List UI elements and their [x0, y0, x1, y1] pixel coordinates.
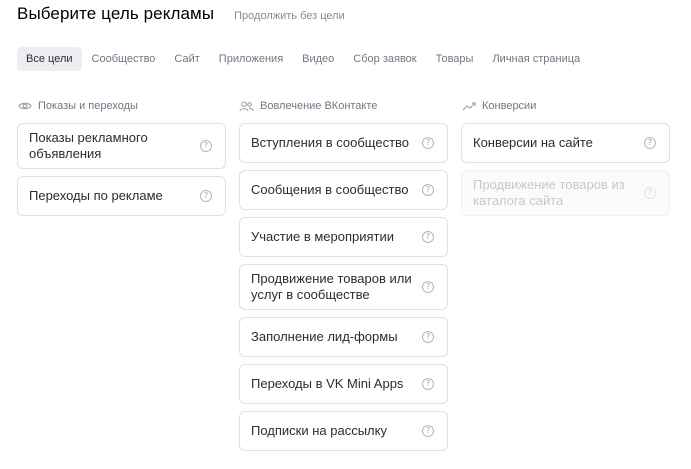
help-icon[interactable]: ?	[422, 425, 434, 437]
help-icon[interactable]: ?	[422, 231, 434, 243]
help-icon[interactable]: ?	[422, 378, 434, 390]
goal-card-mini-apps[interactable]: Переходы в VK Mini Apps ?	[239, 364, 448, 404]
goal-card-catalog-products: Продвижение товаров из каталога сайта ?	[461, 170, 670, 216]
goal-card-label: Сообщения в сообщество	[251, 182, 409, 197]
skip-goal-link[interactable]: Продолжить без цели	[234, 10, 345, 22]
page-header: Выберите цель рекламы Продолжить без цел…	[17, 4, 345, 24]
column-header: Показы и переходы	[17, 98, 226, 114]
goal-card-label: Продвижение товаров или услуг в сообщест…	[251, 271, 412, 302]
goal-card-label: Продвижение товаров из каталога сайта	[473, 177, 625, 208]
help-icon[interactable]: ?	[200, 190, 212, 202]
tab-leads[interactable]: Сбор заявок	[344, 47, 425, 71]
goal-card-community-products[interactable]: Продвижение товаров или услуг в сообщест…	[239, 264, 448, 310]
help-icon[interactable]: ?	[422, 331, 434, 343]
goal-card-label: Показы рекламного объявления	[29, 130, 148, 161]
goal-card-label: Заполнение лид-формы	[251, 329, 398, 344]
column-title: Вовлечение ВКонтакте	[260, 100, 378, 112]
goal-card-community-messages[interactable]: Сообщения в сообщество ?	[239, 170, 448, 210]
column-impressions: Показы и переходы Показы рекламного объя…	[17, 98, 226, 223]
goal-card-label: Конверсии на сайте	[473, 135, 593, 150]
help-icon[interactable]: ?	[200, 140, 212, 152]
goal-card-lead-form[interactable]: Заполнение лид-формы ?	[239, 317, 448, 357]
tab-video[interactable]: Видео	[293, 47, 343, 71]
goal-card-community-joins[interactable]: Вступления в сообщество ?	[239, 123, 448, 163]
goal-card-label: Вступления в сообщество	[251, 135, 410, 150]
page-title: Выберите цель рекламы	[17, 4, 215, 23]
help-icon: ?	[644, 187, 656, 199]
help-icon[interactable]: ?	[422, 184, 434, 196]
goal-card-label: Переходы в VK Mini Apps	[251, 376, 404, 391]
goal-card-newsletter[interactable]: Подписки на рассылку ?	[239, 411, 448, 451]
goal-card-label: Участие в мероприятии	[251, 229, 395, 244]
column-title: Показы и переходы	[38, 100, 138, 112]
column-header: Конверсии	[461, 98, 670, 114]
tab-apps[interactable]: Приложения	[210, 47, 292, 71]
tab-personal-page[interactable]: Личная страница	[483, 47, 589, 71]
help-icon[interactable]: ?	[644, 137, 656, 149]
tab-community[interactable]: Сообщество	[83, 47, 165, 71]
goal-card-event-participation[interactable]: Участие в мероприятии ?	[239, 217, 448, 257]
trend-up-icon	[461, 99, 476, 114]
column-engagement: Вовлечение ВКонтакте Вступления в сообще…	[239, 98, 448, 458]
goal-card-ad-clicks[interactable]: Переходы по рекламе ?	[17, 176, 226, 216]
tab-products[interactable]: Товары	[427, 47, 483, 71]
column-conversions: Конверсии Конверсии на сайте ? Продвижен…	[461, 98, 670, 223]
help-icon[interactable]: ?	[422, 281, 434, 293]
help-icon[interactable]: ?	[422, 137, 434, 149]
column-header: Вовлечение ВКонтакте	[239, 98, 448, 114]
tab-all-goals[interactable]: Все цели	[17, 47, 82, 71]
goal-card-ad-impressions[interactable]: Показы рекламного объявления ?	[17, 123, 226, 169]
column-title: Конверсии	[482, 100, 537, 112]
goal-card-label: Подписки на рассылку	[251, 423, 387, 438]
goal-card-label: Переходы по рекламе	[29, 188, 163, 203]
goal-card-site-conversions[interactable]: Конверсии на сайте ?	[461, 123, 670, 163]
eye-icon	[17, 99, 32, 114]
tab-site[interactable]: Сайт	[165, 47, 208, 71]
goal-filter-tabs: Все цели Сообщество Сайт Приложения Виде…	[17, 47, 590, 71]
users-icon	[239, 99, 254, 114]
